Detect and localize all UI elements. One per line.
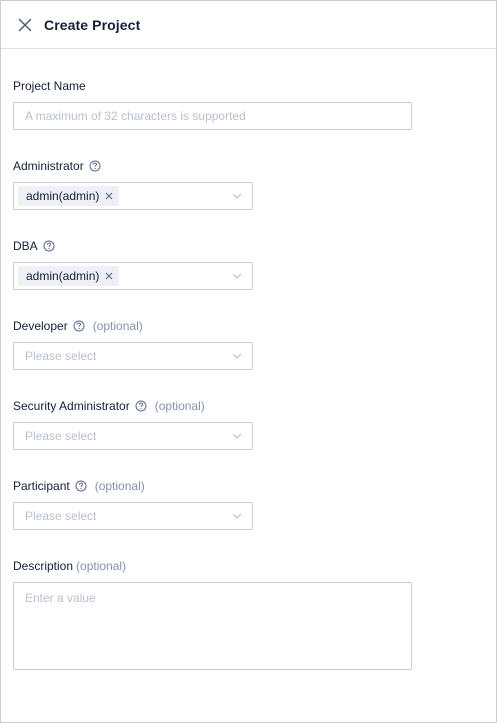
chevron-down-icon xyxy=(232,513,242,519)
panel-header: Create Project xyxy=(1,1,496,49)
developer-label-row: Developer (optional) xyxy=(13,318,143,334)
project-name-label: Project Name xyxy=(13,79,86,93)
participant-optional: (optional) xyxy=(94,479,145,493)
administrator-tag-label: admin(admin) xyxy=(26,189,100,203)
participant-label-row: Participant (optional) xyxy=(13,478,145,494)
chevron-down-icon xyxy=(232,193,242,199)
participant-select[interactable]: Please select xyxy=(13,502,253,530)
close-button[interactable] xyxy=(16,16,34,34)
chevron-down-icon xyxy=(232,433,242,439)
developer-optional: (optional) xyxy=(92,319,143,333)
description-placeholder: Enter a value xyxy=(25,591,96,605)
description-textarea[interactable]: Enter a value xyxy=(13,582,412,670)
chevron-down-icon xyxy=(232,273,242,279)
close-icon[interactable] xyxy=(18,18,32,32)
question-circle-icon[interactable] xyxy=(73,320,85,332)
developer-select[interactable]: Please select xyxy=(13,342,253,370)
participant-field: Participant (optional) xyxy=(13,478,145,494)
create-project-panel: Create Project Project Name A maximum of… xyxy=(0,0,497,723)
administrator-field: Administrator xyxy=(13,158,101,174)
tag-remove-icon[interactable] xyxy=(103,190,115,202)
security-administrator-field: Security Administrator (optional) xyxy=(13,398,205,414)
dba-select[interactable]: admin(admin) xyxy=(13,262,253,290)
security-administrator-label-row: Security Administrator (optional) xyxy=(13,398,205,414)
project-name-field: Project Name xyxy=(13,78,86,94)
developer-field: Developer (optional) xyxy=(13,318,143,334)
dba-selected-tag: admin(admin) xyxy=(18,266,120,286)
description-field: Description (optional) xyxy=(13,558,126,574)
question-circle-icon[interactable] xyxy=(135,400,147,412)
participant-placeholder: Please select xyxy=(25,509,97,523)
administrator-select[interactable]: admin(admin) xyxy=(13,182,253,210)
developer-placeholder: Please select xyxy=(25,349,97,363)
security-administrator-label: Security Administrator xyxy=(13,399,130,413)
dba-field: DBA xyxy=(13,238,55,254)
dba-label-row: DBA xyxy=(13,238,55,254)
chevron-down-icon xyxy=(232,353,242,359)
security-administrator-placeholder: Please select xyxy=(25,429,97,443)
project-name-placeholder: A maximum of 32 characters is supported xyxy=(25,109,246,123)
dba-tag-label: admin(admin) xyxy=(26,269,100,283)
dba-label: DBA xyxy=(13,239,38,253)
question-circle-icon[interactable] xyxy=(43,240,55,252)
tag-remove-icon[interactable] xyxy=(103,270,115,282)
administrator-label-row: Administrator xyxy=(13,158,101,174)
question-circle-icon[interactable] xyxy=(89,160,101,172)
page-title: Create Project xyxy=(44,16,141,33)
question-circle-icon[interactable] xyxy=(75,480,87,492)
description-optional: (optional) xyxy=(76,559,127,573)
security-administrator-select[interactable]: Please select xyxy=(13,422,253,450)
participant-label: Participant xyxy=(13,479,70,493)
administrator-selected-tag: admin(admin) xyxy=(18,186,120,206)
administrator-label: Administrator xyxy=(13,159,84,173)
description-label: Description xyxy=(13,559,74,573)
project-name-input[interactable]: A maximum of 32 characters is supported xyxy=(13,102,412,130)
developer-label: Developer xyxy=(13,319,68,333)
description-label-row: Description (optional) xyxy=(13,558,126,574)
security-administrator-optional: (optional) xyxy=(154,399,205,413)
